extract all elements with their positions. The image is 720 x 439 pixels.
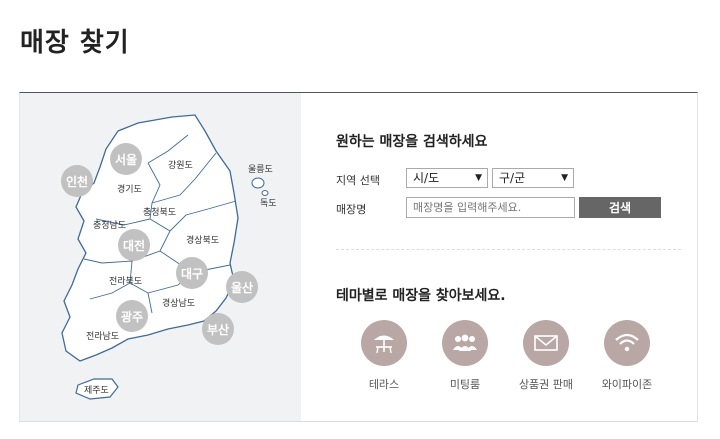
region-jeju[interactable]: 제주도 bbox=[84, 385, 109, 396]
region-gyeongbuk[interactable]: 경상북도 bbox=[186, 234, 219, 246]
gift-card-envelope-icon bbox=[534, 335, 558, 351]
theme-wifi-label: 와이파이존 bbox=[601, 378, 653, 391]
terrace-circle bbox=[361, 320, 407, 366]
theme-wifi[interactable]: 와이파이존 bbox=[587, 320, 667, 392]
caret-down-icon: ▼ bbox=[561, 173, 568, 183]
theme-heading: 테마별로 매장을 찾아보세요. bbox=[336, 288, 506, 304]
region-jeonnam[interactable]: 전라남도 bbox=[86, 331, 119, 342]
theme-terrace-label: 테라스 bbox=[368, 378, 400, 391]
sido-select[interactable]: 시/도 ▼ bbox=[406, 168, 488, 188]
region-dokdo[interactable]: 독도 bbox=[260, 198, 277, 209]
region-jeonbuk[interactable]: 전라북도 bbox=[109, 276, 142, 287]
city-seoul[interactable]: 서울 bbox=[110, 143, 142, 175]
gugun-select-value: 구/군 bbox=[499, 171, 526, 185]
theme-meeting-room[interactable]: 미팅룸 bbox=[425, 320, 505, 392]
gift-card-circle bbox=[523, 320, 569, 366]
store-finder-container: 강원도 경기도 울릉도 독도 충청북도 충청남도 경상북도 전라북도 경상남도 … bbox=[19, 92, 698, 422]
korea-map-panel: 강원도 경기도 울릉도 독도 충청북도 충청남도 경상북도 전라북도 경상남도 … bbox=[20, 93, 301, 421]
section-divider bbox=[336, 249, 681, 250]
search-button[interactable]: 검색 bbox=[579, 197, 661, 218]
city-incheon[interactable]: 인천 bbox=[61, 165, 93, 197]
store-name-label: 매장명 bbox=[336, 203, 367, 216]
page-title: 매장 찾기 bbox=[20, 28, 130, 58]
region-chungbuk[interactable]: 충청북도 bbox=[143, 207, 176, 218]
wifi-circle bbox=[604, 320, 650, 366]
city-daegu[interactable]: 대구 bbox=[176, 257, 208, 289]
search-panel: 원하는 매장을 검색하세요 지역 선택 시/도 ▼ 구/군 ▼ 매장명 검색 테… bbox=[336, 93, 681, 421]
region-ulleungdo[interactable]: 울릉도 bbox=[248, 164, 273, 175]
store-name-input[interactable] bbox=[406, 197, 575, 218]
region-gyeonggi[interactable]: 경기도 bbox=[117, 183, 142, 195]
caret-down-icon: ▼ bbox=[475, 173, 482, 183]
ulleungdo-island[interactable] bbox=[251, 177, 265, 189]
search-heading: 원하는 매장을 검색하세요 bbox=[336, 134, 488, 150]
region-gangwon[interactable]: 강원도 bbox=[168, 160, 193, 171]
region-chungnam[interactable]: 충청남도 bbox=[93, 220, 126, 231]
region-select-label: 지역 선택 bbox=[336, 174, 380, 187]
city-busan[interactable]: 부산 bbox=[202, 313, 234, 345]
city-ulsan[interactable]: 울산 bbox=[226, 271, 258, 303]
city-gwangju[interactable]: 광주 bbox=[116, 300, 148, 332]
sido-select-value: 시/도 bbox=[413, 171, 440, 185]
theme-gift-card-label: 상품권 판매 bbox=[518, 378, 574, 391]
meeting-circle bbox=[442, 320, 488, 366]
city-daejeon[interactable]: 대전 bbox=[118, 229, 150, 261]
region-gyeongnam[interactable]: 경상남도 bbox=[162, 297, 195, 309]
korea-map: 강원도 경기도 울릉도 독도 충청북도 충청남도 경상북도 전라북도 경상남도 … bbox=[61, 114, 277, 400]
theme-terrace[interactable]: 테라스 bbox=[344, 320, 424, 392]
theme-gift-card[interactable]: 상품권 판매 bbox=[506, 320, 586, 392]
dokdo-island[interactable] bbox=[261, 190, 269, 196]
wifi-icon bbox=[615, 333, 639, 352]
terrace-umbrella-icon bbox=[374, 335, 394, 354]
theme-meeting-label: 미팅룸 bbox=[449, 378, 481, 391]
meeting-people-icon bbox=[453, 334, 477, 351]
gugun-select[interactable]: 구/군 ▼ bbox=[492, 168, 574, 188]
